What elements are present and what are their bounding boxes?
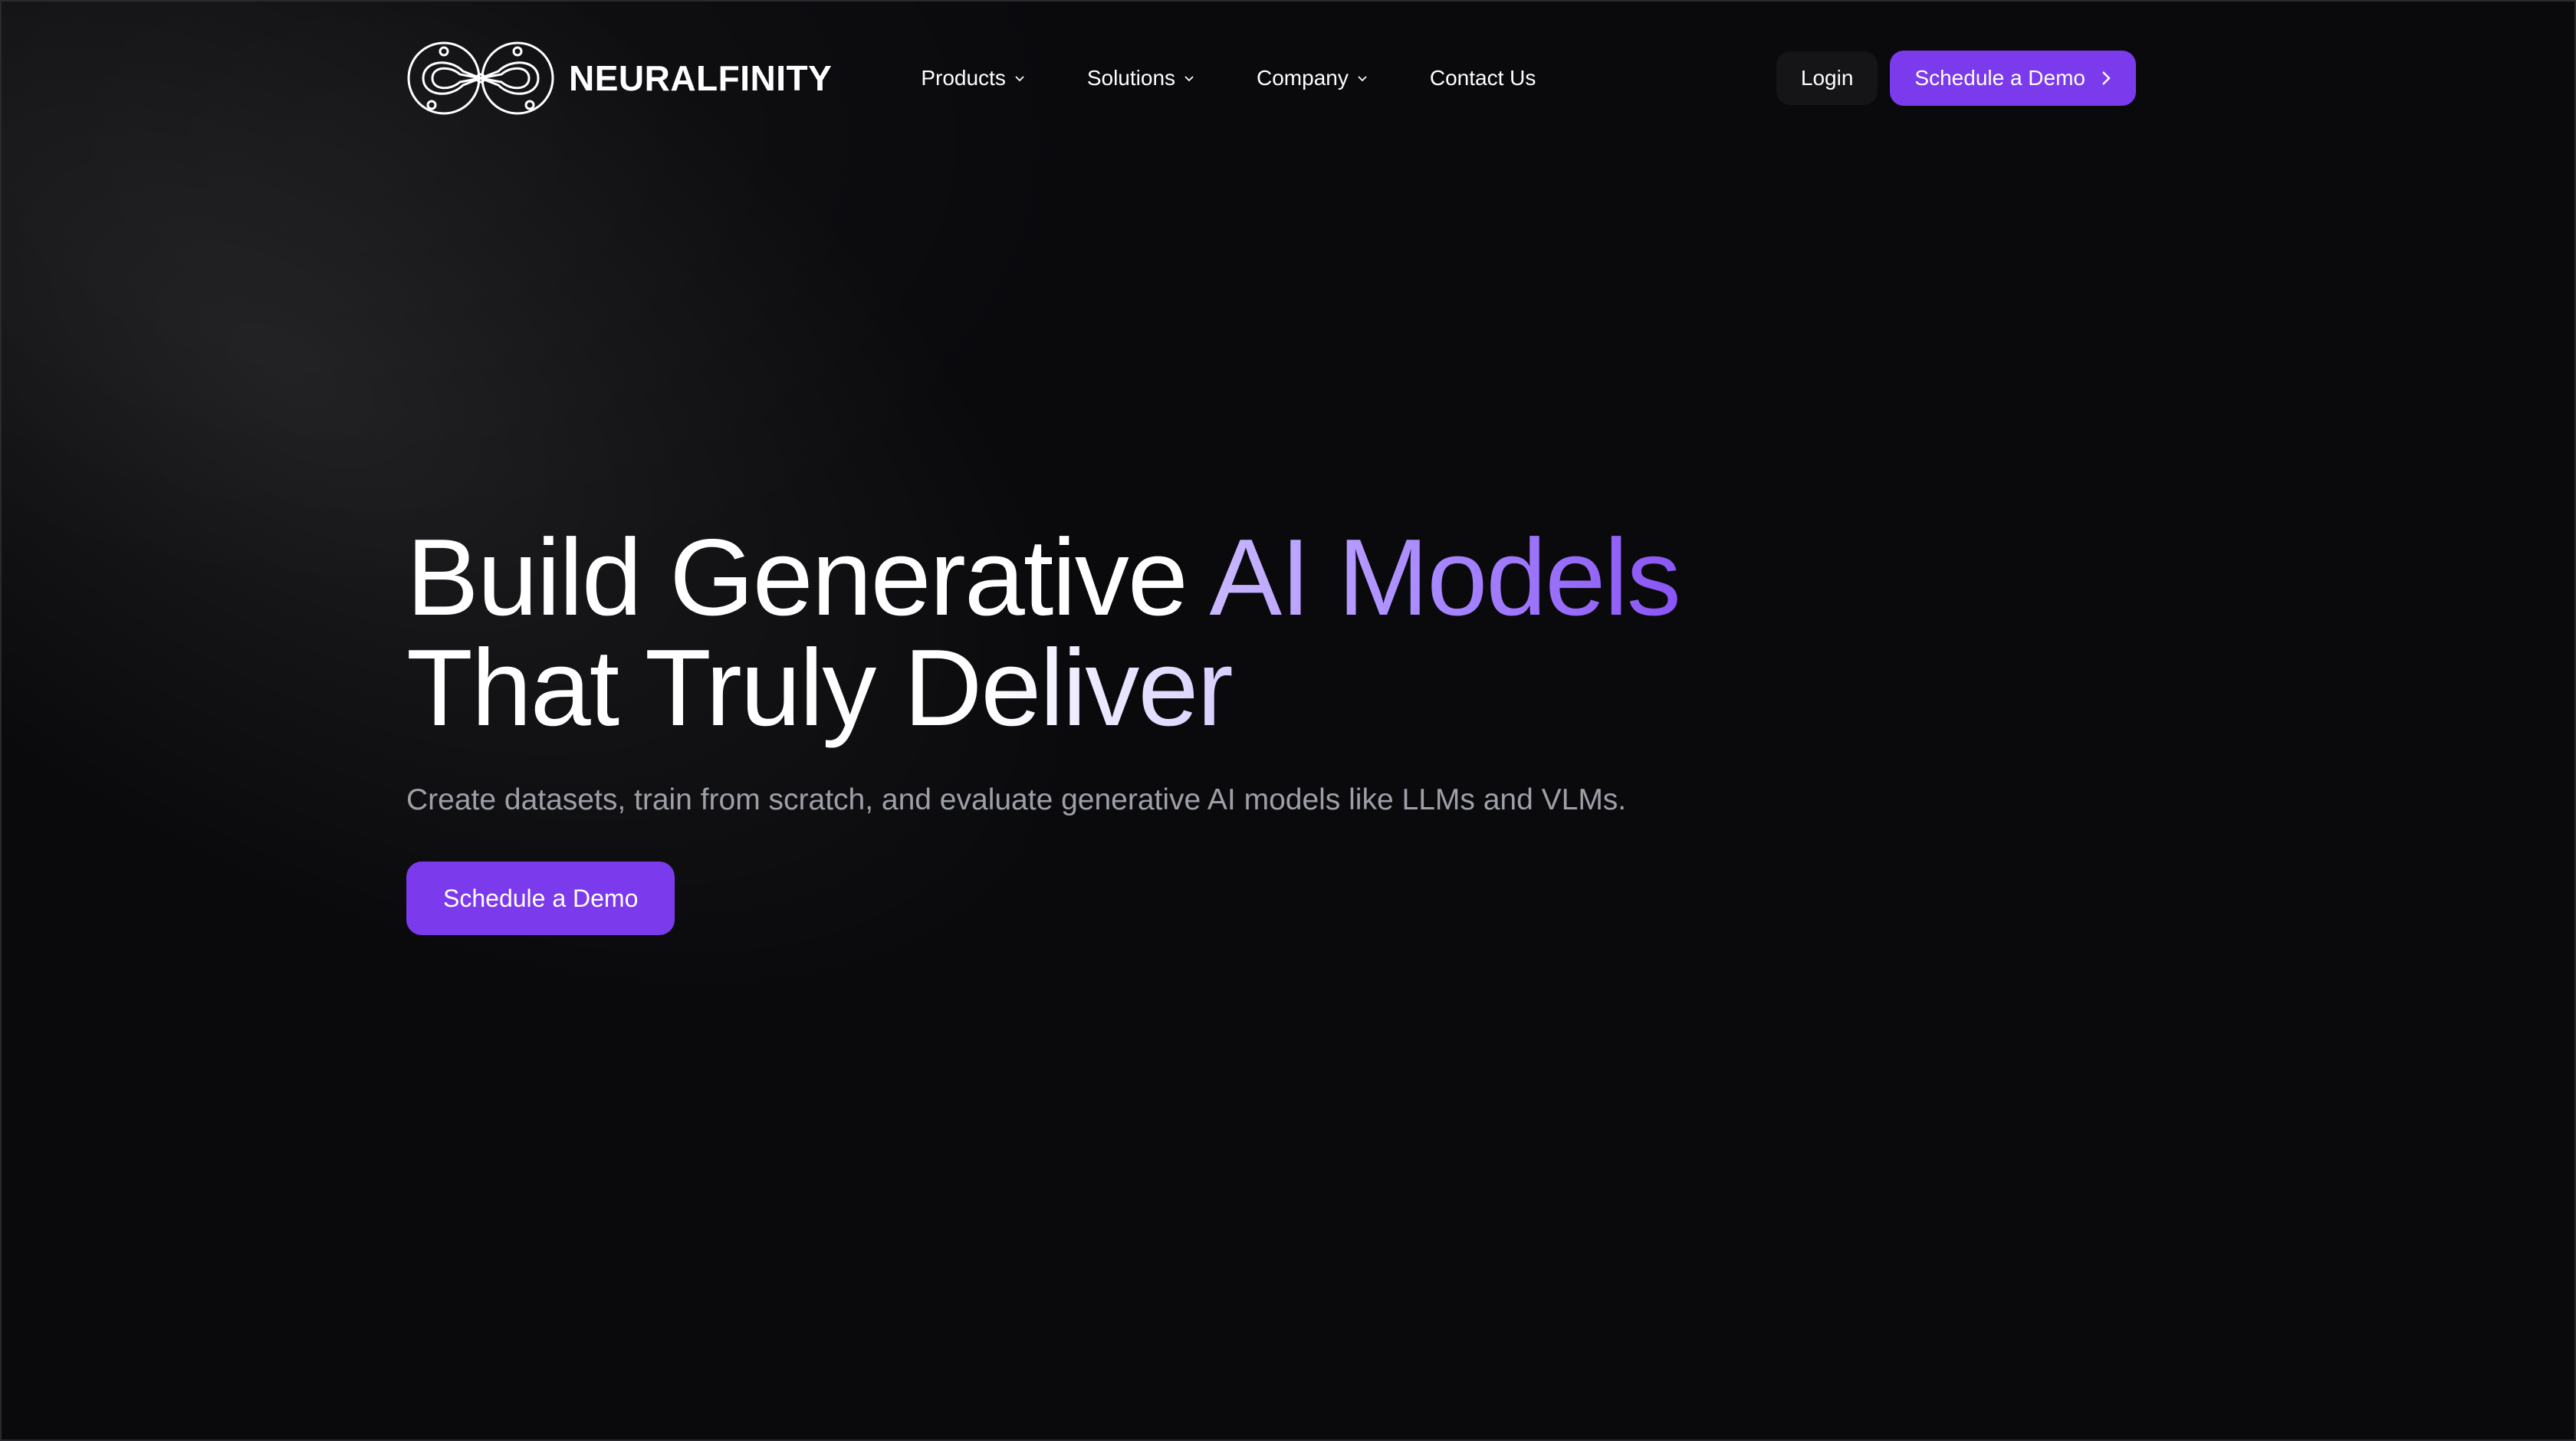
nav-item-contact-us[interactable]: Contact Us [1430, 66, 1536, 90]
chevron-down-icon [1015, 76, 1024, 82]
chevron-right-icon [2102, 71, 2111, 85]
nav-item-solutions[interactable]: Solutions [1087, 66, 1195, 90]
nav-item-label: Products [921, 66, 1006, 90]
chevron-down-icon [1358, 76, 1367, 82]
page: NEURALFINITY Products Solutions Company … [0, 0, 2576, 1441]
nav-item-company[interactable]: Company [1257, 66, 1368, 90]
schedule-demo-button-hero[interactable]: Schedule a Demo [406, 862, 675, 935]
headline-line2: That Truly Deliver [406, 627, 1234, 749]
nav-item-label: Company [1257, 66, 1349, 90]
nav-item-label: Solutions [1086, 66, 1176, 90]
brand-name: NEURALFINITY [569, 58, 833, 98]
login-button[interactable]: Login [1776, 51, 1878, 105]
hero-headline: Build Generative AI Models That Truly De… [406, 523, 1940, 743]
chevron-down-icon [1184, 76, 1194, 82]
schedule-demo-label: Schedule a Demo [1914, 66, 2085, 90]
nav-item-products[interactable]: Products [921, 66, 1026, 90]
hero-subtitle: Create datasets, train from scratch, and… [406, 783, 1627, 816]
main-menu: Products Solutions Company Contact Us [921, 66, 1597, 90]
headline-accent: AI Models [1209, 517, 1681, 638]
infinity-neural-logo-icon [406, 41, 555, 116]
nav-actions: Login Schedule a Demo [1776, 51, 2136, 106]
brand-link[interactable]: NEURALFINITY [406, 41, 832, 116]
top-navigation: NEURALFINITY Products Solutions Company … [406, 40, 2136, 117]
schedule-demo-button-nav[interactable]: Schedule a Demo [1890, 51, 2136, 106]
hero-section: Build Generative AI Models That Truly De… [406, 523, 1940, 935]
nav-item-label: Contact Us [1429, 66, 1536, 90]
headline-part1: Build Generative [406, 517, 1210, 638]
